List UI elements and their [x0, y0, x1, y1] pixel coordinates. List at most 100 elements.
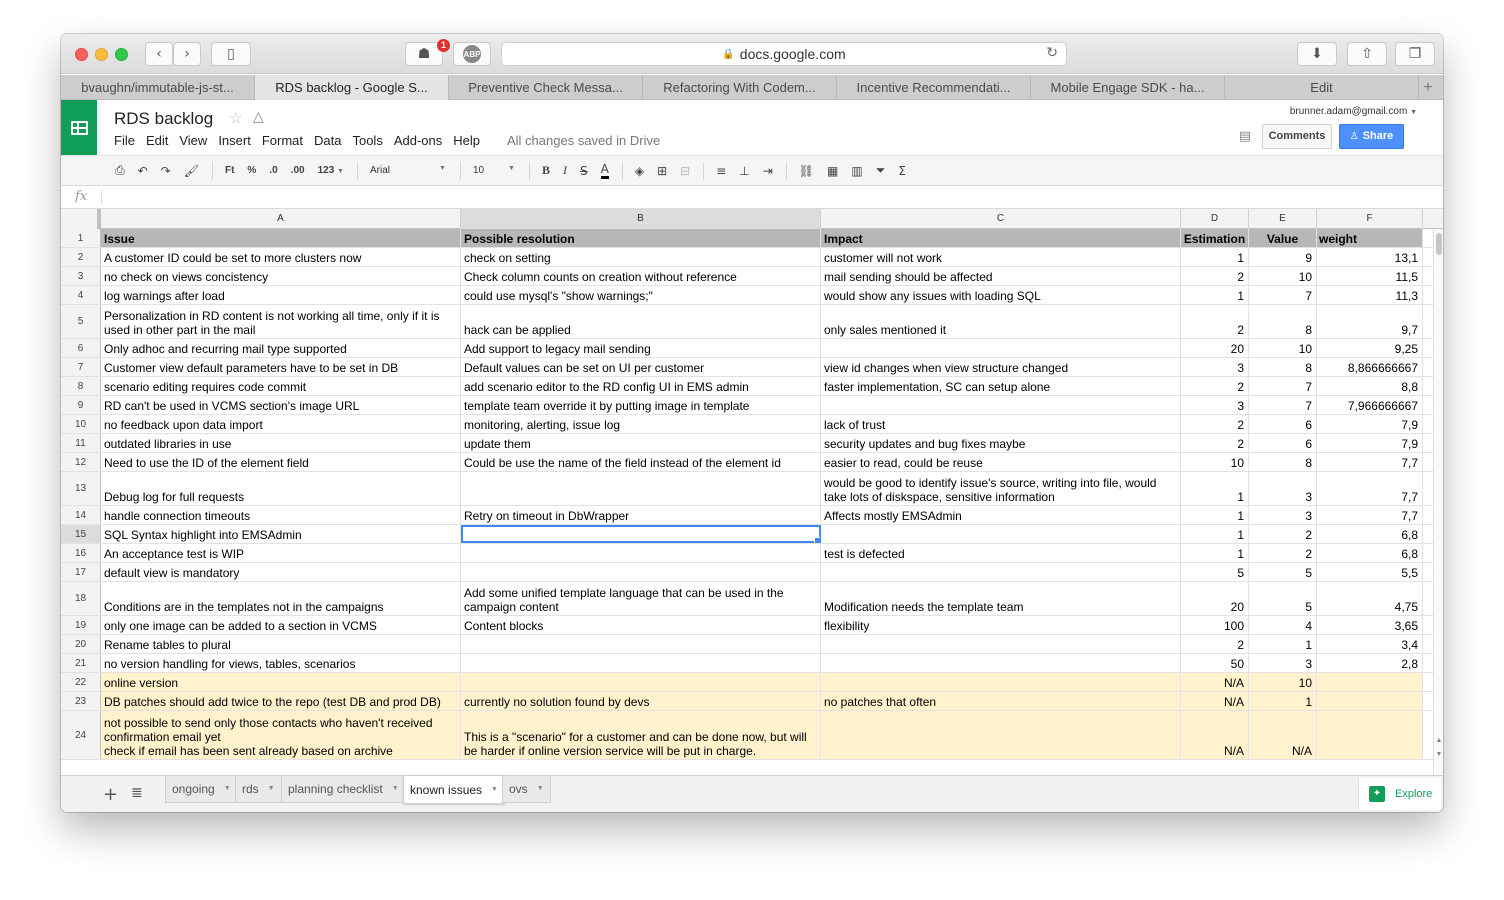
column-header-f[interactable]: F — [1317, 209, 1423, 229]
browser-tab[interactable]: Mobile Engage SDK - ha... — [1031, 75, 1225, 100]
cell[interactable]: 7 — [1249, 286, 1317, 304]
row-number[interactable]: 20 — [61, 635, 101, 653]
cell[interactable]: 3 — [1249, 506, 1317, 524]
menu-item-data[interactable]: Data — [314, 133, 341, 148]
cell[interactable]: 20 — [1181, 339, 1249, 357]
cell[interactable]: 7 — [1249, 396, 1317, 414]
strikethrough-button[interactable]: S — [580, 164, 588, 178]
row-number[interactable]: 13 — [61, 472, 101, 505]
cell[interactable]: 9 — [1249, 248, 1317, 266]
cell[interactable]: 4,75 — [1317, 582, 1423, 615]
cell[interactable]: handle connection timeouts — [101, 506, 461, 524]
cell[interactable]: 1 — [1181, 472, 1249, 505]
cell[interactable]: could use mysql's "show warnings;" — [461, 286, 821, 304]
cell[interactable]: not possible to send only those contacts… — [101, 711, 461, 759]
cell[interactable] — [1317, 692, 1423, 710]
menu-item-file[interactable]: File — [114, 133, 135, 148]
sheet-tab-ovs[interactable]: ovs ▼ — [502, 776, 551, 803]
cell[interactable] — [1317, 711, 1423, 759]
row-number[interactable]: 9 — [61, 396, 101, 414]
row-number[interactable]: 19 — [61, 616, 101, 634]
cell[interactable] — [821, 711, 1181, 759]
cell[interactable]: only one image can be added to a section… — [101, 616, 461, 634]
cell[interactable]: An acceptance test is WIP — [101, 544, 461, 562]
cell[interactable]: 3,65 — [1317, 616, 1423, 634]
cell[interactable] — [461, 472, 821, 505]
more-formats-button[interactable]: 123 ▼ — [318, 165, 344, 176]
cell[interactable] — [821, 654, 1181, 672]
cell[interactable]: A customer ID could be set to more clust… — [101, 248, 461, 266]
row-number[interactable]: 7 — [61, 358, 101, 376]
row-number[interactable]: 12 — [61, 453, 101, 471]
cell[interactable]: view id changes when view structure chan… — [821, 358, 1181, 376]
cell[interactable]: N/A — [1181, 673, 1249, 691]
back-button[interactable]: ‹ — [145, 42, 173, 66]
row-number[interactable]: 11 — [61, 434, 101, 452]
cell[interactable]: monitoring, alerting, issue log — [461, 415, 821, 433]
browser-tab[interactable]: bvaughn/immutable-js-st... — [61, 75, 255, 100]
format-percent-button[interactable]: % — [247, 165, 256, 176]
cell[interactable]: 2 — [1181, 267, 1249, 285]
row-number[interactable]: 5 — [61, 305, 101, 338]
cell[interactable]: 6,8 — [1317, 544, 1423, 562]
cell[interactable]: test is defected — [821, 544, 1181, 562]
cell[interactable]: Check column counts on creation without … — [461, 267, 821, 285]
cell[interactable]: Rename tables to plural — [101, 635, 461, 653]
menu-item-help[interactable]: Help — [453, 133, 480, 148]
merge-cells-icon[interactable]: ⊟ — [680, 164, 690, 178]
cell[interactable]: 100 — [1181, 616, 1249, 634]
row-number[interactable]: 2 — [61, 248, 101, 266]
scrollbar-thumb[interactable] — [1436, 233, 1442, 255]
cell[interactable]: Only adhoc and recurring mail type suppo… — [101, 339, 461, 357]
cell[interactable]: 1 — [1181, 525, 1249, 543]
undo-icon[interactable]: ↶ — [138, 164, 148, 178]
cell[interactable]: security updates and bug fixes maybe — [821, 434, 1181, 452]
cell[interactable]: 10 — [1249, 673, 1317, 691]
downloads-button[interactable]: ⬇ — [1297, 42, 1337, 66]
cell[interactable]: 3 — [1181, 358, 1249, 376]
cell[interactable]: 7,7 — [1317, 506, 1423, 524]
cell[interactable]: would show any issues with loading SQL — [821, 286, 1181, 304]
cell[interactable]: 11,5 — [1317, 267, 1423, 285]
cell[interactable] — [461, 635, 821, 653]
cell[interactable]: 10 — [1181, 453, 1249, 471]
cell[interactable]: Personalization in RD content is not wor… — [101, 305, 461, 338]
cell[interactable]: 5 — [1249, 563, 1317, 581]
borders-icon[interactable]: ⊞ — [657, 164, 667, 178]
address-bar[interactable]: 🔒 docs.google.com ↻ — [501, 42, 1067, 66]
cell[interactable]: 3 — [1249, 654, 1317, 672]
cell[interactable]: 7 — [1249, 377, 1317, 395]
cell[interactable]: 2,8 — [1317, 654, 1423, 672]
menu-item-edit[interactable]: Edit — [146, 133, 168, 148]
cell[interactable]: Add support to legacy mail sending — [461, 339, 821, 357]
row-number[interactable]: 6 — [61, 339, 101, 357]
cell[interactable]: Content blocks — [461, 616, 821, 634]
sheet-tab-ongoing[interactable]: ongoing ▼ — [165, 776, 238, 803]
browser-tab[interactable]: Preventive Check Messa... — [449, 75, 643, 100]
browser-tab[interactable]: Edit — [1225, 75, 1419, 100]
cell[interactable]: Calculated weight — [1317, 229, 1423, 247]
drive-folder-icon[interactable]: △ — [253, 109, 264, 125]
comments-button[interactable]: Comments — [1262, 124, 1332, 149]
cell[interactable]: no feedback upon data import — [101, 415, 461, 433]
cell[interactable]: 7,7 — [1317, 453, 1423, 471]
zoom-window-button[interactable] — [115, 48, 128, 61]
cell[interactable]: no check on views concistency — [101, 267, 461, 285]
cell[interactable]: Add some unified template language that … — [461, 582, 821, 615]
cell[interactable]: 1 — [1181, 248, 1249, 266]
save-status[interactable]: All changes saved in Drive — [507, 133, 660, 148]
cell[interactable]: 8,8 — [1317, 377, 1423, 395]
cell[interactable]: Conditions are in the templates not in t… — [101, 582, 461, 615]
bold-button[interactable]: B — [542, 163, 550, 178]
cell[interactable] — [821, 339, 1181, 357]
redo-icon[interactable]: ↷ — [161, 164, 171, 178]
cell[interactable]: RD can't be used in VCMS section's image… — [101, 396, 461, 414]
cell[interactable]: 1 — [1249, 692, 1317, 710]
cell[interactable]: Issue — [101, 229, 461, 247]
cell[interactable]: hack can be applied — [461, 305, 821, 338]
column-header-a[interactable]: A — [101, 209, 461, 229]
row-number[interactable]: 3 — [61, 267, 101, 285]
cell[interactable]: 2 — [1181, 305, 1249, 338]
menu-item-tools[interactable]: Tools — [352, 133, 382, 148]
cell[interactable]: 1 — [1249, 635, 1317, 653]
